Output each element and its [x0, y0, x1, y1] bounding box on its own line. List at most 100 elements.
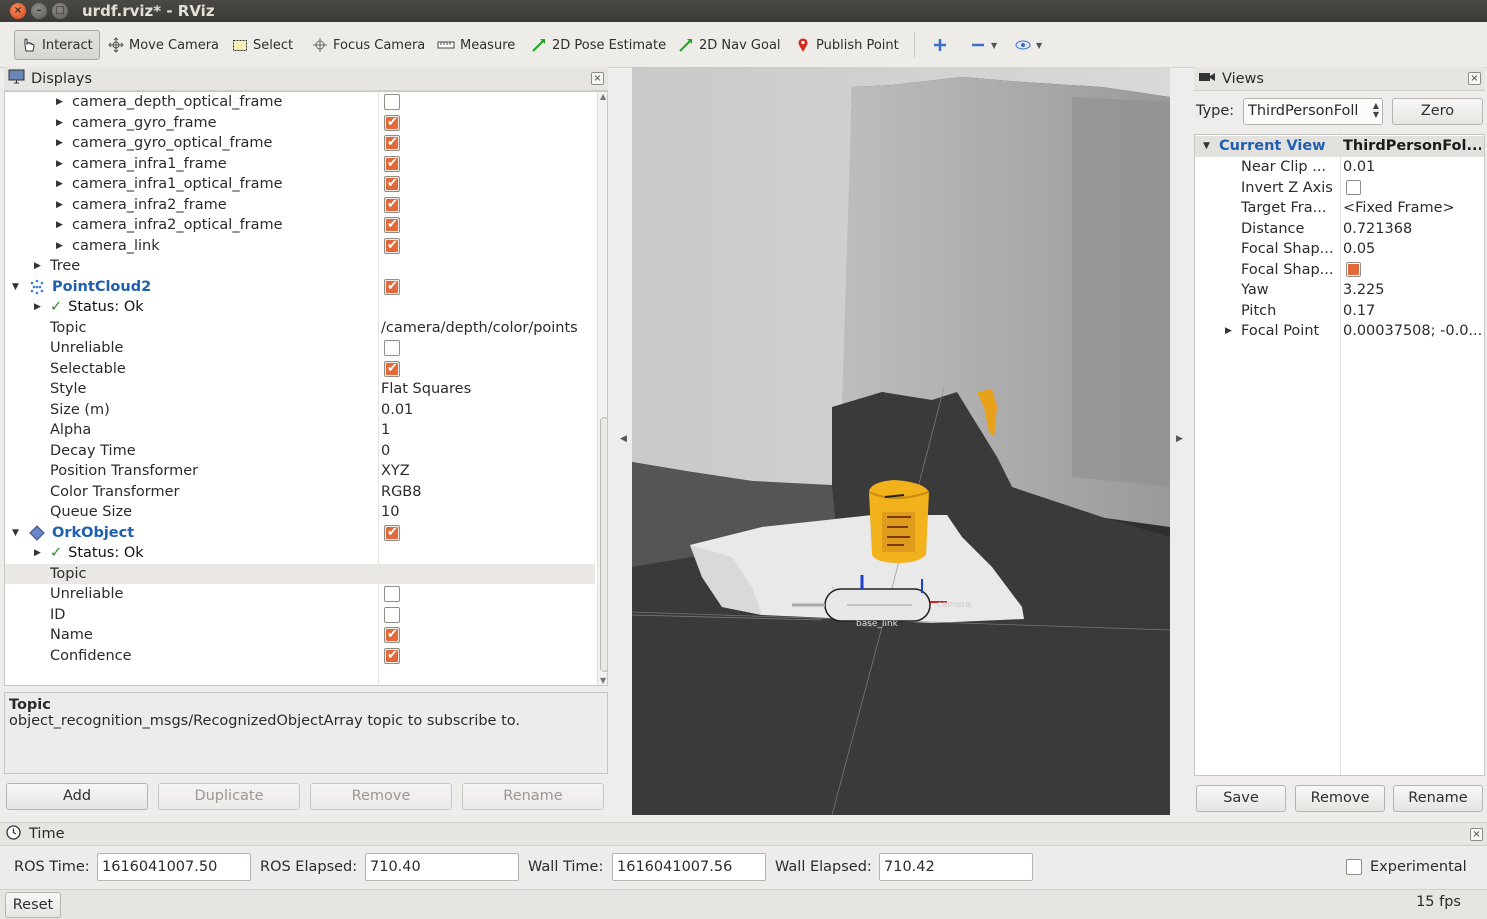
tree-row[interactable]: ▶ camera_gyro_optical_frame [5, 133, 595, 154]
view-tool-button[interactable]: ▼ [1015, 30, 1042, 60]
enable-checkbox[interactable] [384, 174, 400, 194]
expand-arrow-icon[interactable]: ▶ [34, 543, 44, 563]
add-tool-button[interactable] [932, 30, 953, 60]
collapse-arrow-icon[interactable]: ▼ [1203, 136, 1210, 156]
row-value[interactable]: <Fixed Frame> [1343, 198, 1481, 218]
tool-interact[interactable]: Interact [14, 30, 100, 60]
enable-checkbox[interactable] [384, 113, 400, 133]
tree-row[interactable]: ▶ camera_infra2_optical_frame [5, 215, 595, 236]
displays-close-button[interactable]: × [591, 72, 604, 85]
experimental-checkbox[interactable] [1346, 859, 1362, 875]
tree-row[interactable]: Name [5, 625, 595, 646]
save-view-button[interactable]: Save [1196, 785, 1286, 812]
expand-arrow-icon[interactable]: ▶ [56, 92, 66, 112]
view-property-row[interactable]: Near Clip ... 0.01 [1195, 157, 1484, 178]
enable-checkbox[interactable] [384, 94, 400, 110]
expand-arrow-icon[interactable]: ▶ [56, 195, 66, 215]
enable-checkbox[interactable] [384, 215, 400, 235]
tree-row[interactable]: ▶ camera_infra1_optical_frame [5, 174, 595, 195]
tree-row[interactable]: ▶ Tree [5, 256, 595, 277]
tree-row[interactable]: Color Transformer RGB8 [5, 482, 595, 503]
enable-checkbox[interactable] [384, 586, 400, 602]
enable-checkbox[interactable] [384, 133, 400, 153]
row-value[interactable]: 0.17 [1343, 301, 1481, 321]
window-close-button[interactable]: × [10, 3, 26, 19]
tool-measure[interactable]: Measure [437, 30, 515, 60]
tree-row-orkobject[interactable]: ▼ OrkObject [5, 523, 595, 544]
row-value[interactable]: /camera/depth/color/points [381, 318, 578, 338]
tree-row[interactable]: ID [5, 605, 595, 626]
3d-viewport[interactable]: base_link camera [632, 67, 1170, 815]
ros-elapsed-field[interactable]: 710.40 [365, 853, 519, 881]
scrollbar-thumb[interactable] [600, 417, 607, 672]
duplicate-display-button[interactable]: Duplicate [158, 783, 300, 810]
expand-arrow-icon[interactable]: ▶ [34, 297, 44, 317]
expand-arrow-icon[interactable]: ▶ [56, 113, 66, 133]
tree-row[interactable]: Size (m) 0.01 [5, 400, 595, 421]
scroll-up-icon[interactable]: ▲ [600, 92, 606, 101]
row-value[interactable]: RGB8 [381, 482, 421, 502]
current-view-row[interactable]: ▼ Current View ThirdPersonFol... [1195, 136, 1484, 157]
tool-2d-nav-goal[interactable]: 2D Nav Goal [678, 30, 781, 60]
displays-tree[interactable]: ▶ camera_depth_optical_frame ▶ camera_gy… [4, 91, 608, 686]
tree-row[interactable]: Alpha 1 [5, 420, 595, 441]
rename-view-button[interactable]: Rename [1393, 785, 1483, 812]
row-value[interactable]: 0.00037508; -0.0... [1343, 321, 1481, 341]
expand-arrow-icon[interactable]: ▶ [1225, 321, 1232, 341]
tool-publish-point[interactable]: Publish Point [795, 30, 899, 60]
displays-scrollbar[interactable]: ▲ ▼ [597, 92, 607, 685]
expand-arrow-icon[interactable]: ▶ [56, 174, 66, 194]
tree-row[interactable]: Unreliable [5, 584, 595, 605]
tree-row[interactable]: Confidence [5, 646, 595, 667]
invert-z-checkbox[interactable] [1346, 179, 1361, 195]
remove-display-button[interactable]: Remove [310, 783, 452, 810]
row-value[interactable]: 10 [381, 502, 399, 522]
tree-row[interactable]: Queue Size 10 [5, 502, 595, 523]
expand-arrow-icon[interactable]: ▶ [56, 154, 66, 174]
enable-checkbox[interactable] [384, 236, 400, 256]
scroll-down-icon[interactable]: ▼ [600, 676, 606, 685]
tree-row[interactable]: Selectable [5, 359, 595, 380]
wall-elapsed-field[interactable]: 710.42 [879, 853, 1033, 881]
tree-row[interactable]: ▶ camera_infra2_frame [5, 195, 595, 216]
view-property-row[interactable]: Target Fra... <Fixed Frame> [1195, 198, 1484, 219]
collapse-arrow-icon[interactable]: ▼ [12, 277, 22, 297]
window-maximize-button[interactable]: □ [52, 3, 68, 19]
view-property-row[interactable]: Focal Shap... 0.05 [1195, 239, 1484, 260]
enable-checkbox[interactable] [384, 195, 400, 215]
view-property-row[interactable]: ▶ Focal Point 0.00037508; -0.0... [1195, 321, 1484, 342]
view-property-row[interactable]: Pitch 0.17 [1195, 301, 1484, 322]
tree-row[interactable]: ▶ camera_gyro_frame [5, 113, 595, 134]
remove-view-button[interactable]: Remove [1295, 785, 1385, 812]
enable-checkbox[interactable] [384, 625, 400, 645]
window-minimize-button[interactable]: – [31, 3, 47, 19]
row-value[interactable]: 0.721368 [1343, 219, 1481, 239]
row-value[interactable]: 0 [381, 441, 390, 461]
tree-row[interactable]: Decay Time 0 [5, 441, 595, 462]
row-value[interactable]: 3.225 [1343, 280, 1481, 300]
collapse-arrow-icon[interactable]: ▼ [12, 523, 22, 543]
views-type-select[interactable]: ThirdPersonFoll ▲ ▼ [1243, 98, 1383, 125]
collapse-right-icon[interactable]: ▶ [1176, 434, 1183, 444]
expand-arrow-icon[interactable]: ▶ [56, 215, 66, 235]
tree-row[interactable]: Topic /camera/depth/color/points [5, 318, 595, 339]
tree-row[interactable]: Style Flat Squares [5, 379, 595, 400]
tool-focus-camera[interactable]: Focus Camera [312, 30, 425, 60]
row-value[interactable]: 1 [381, 420, 390, 440]
tree-row-selected[interactable]: Topic [5, 563, 595, 584]
remove-tool-button[interactable]: ▼ [970, 30, 997, 60]
rename-display-button[interactable]: Rename [462, 783, 604, 810]
row-value[interactable]: XYZ [381, 461, 410, 481]
wall-time-field[interactable]: 1616041007.56 [612, 853, 766, 881]
tree-row-pointcloud2[interactable]: ▼ PointCloud2 [5, 277, 595, 298]
tree-row[interactable]: ▶ camera_depth_optical_frame [5, 92, 595, 113]
enable-checkbox[interactable] [384, 154, 400, 174]
tree-row[interactable]: Position Transformer XYZ [5, 461, 595, 482]
enable-checkbox[interactable] [384, 646, 400, 666]
enable-checkbox[interactable] [384, 359, 400, 379]
row-value[interactable]: Flat Squares [381, 379, 471, 399]
zero-button[interactable]: Zero [1392, 98, 1483, 125]
view-property-row[interactable]: Focal Shap... [1195, 260, 1484, 281]
tree-row[interactable]: Unreliable [5, 338, 595, 359]
enable-checkbox[interactable] [384, 606, 400, 623]
